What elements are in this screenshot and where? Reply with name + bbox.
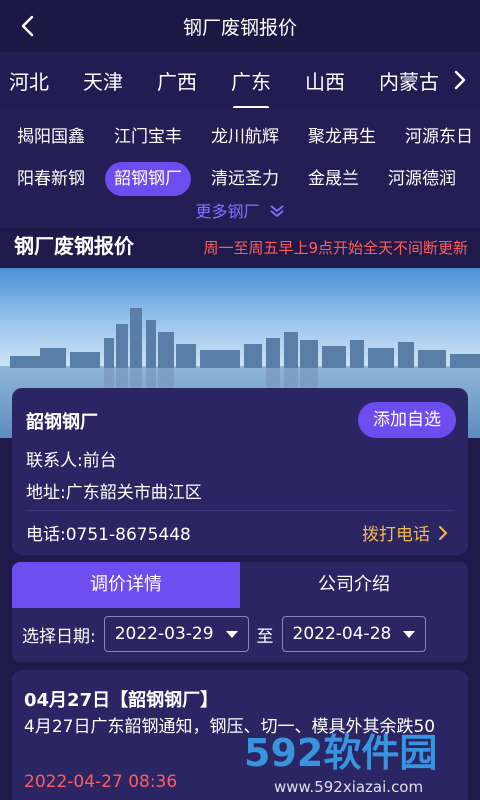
tab-tianjin[interactable]: 天津	[66, 66, 140, 95]
chevron-right-icon[interactable]	[440, 52, 480, 108]
mill-item[interactable]: 河源东日	[396, 120, 480, 154]
tab-shanxi[interactable]: 山西	[288, 66, 362, 95]
mill-item[interactable]: 江门宝丰	[105, 120, 191, 154]
mill-item[interactable]: 阳春新钢	[8, 162, 94, 196]
start-date-select[interactable]: 2022-03-29	[103, 616, 249, 652]
caret-down-icon	[403, 630, 416, 638]
update-notice: 周一至周五早上9点开始全天不间断更新	[203, 239, 468, 257]
tab-guangdong[interactable]: 广东	[214, 66, 288, 108]
mill-item[interactable]: 聚龙再生	[299, 120, 385, 154]
mill-item[interactable]: 金晟兰	[299, 162, 368, 196]
mill-item[interactable]: 龙川航辉	[202, 120, 288, 154]
mill-item-active[interactable]: 韶钢钢厂	[105, 162, 191, 196]
company-name: 韶钢钢厂	[26, 412, 98, 433]
watermark-brand: 592软件园	[244, 731, 437, 775]
mill-item[interactable]: 揭阳国鑫	[8, 120, 94, 154]
end-date-value: 2022-04-28	[292, 624, 392, 644]
add-favorite-button[interactable]: 添加自选	[358, 402, 456, 438]
start-date-value: 2022-03-29	[114, 624, 214, 644]
call-phone-link[interactable]: 拨打电话	[362, 520, 448, 545]
notice-timestamp: 2022-04-27 08:36	[24, 772, 178, 792]
company-address: 地址:广东韶关市曲江区	[26, 483, 202, 503]
page-title: 钢厂废钢报价	[182, 16, 297, 39]
tab-price-detail[interactable]: 调价详情	[12, 562, 240, 608]
section-title: 钢厂废钢报价	[14, 234, 134, 258]
chevron-right-icon	[439, 525, 448, 540]
watermark-url: www.592xiazai.com	[274, 778, 423, 796]
company-card: 韶钢钢厂 添加自选 联系人:前台 地址:广东韶关市曲江区 电话:0751-867…	[12, 388, 468, 555]
double-chevron-down-icon	[269, 203, 285, 222]
tab-guangxi[interactable]: 广西	[140, 66, 214, 95]
company-phone: 电话:0751-8675448	[26, 525, 191, 545]
divider	[26, 510, 454, 511]
contact-person: 联系人:前台	[26, 451, 117, 471]
date-filter: 选择日期: 2022-03-29 至 2022-04-28	[22, 616, 434, 652]
mill-item[interactable]: 河源德润	[379, 162, 465, 196]
watermark-logo: 592软件园 www.592xiazai.com	[236, 722, 476, 800]
province-tabs: 河北 天津 广西 广东 山西 内蒙古 i	[0, 52, 480, 108]
end-date-select[interactable]: 2022-04-28	[281, 616, 427, 652]
app-header: 钢厂废钢报价	[0, 0, 480, 52]
more-mills-link[interactable]: 更多钢厂	[0, 198, 480, 222]
date-filter-label: 选择日期:	[22, 626, 96, 647]
caret-down-icon	[225, 630, 238, 638]
date-separator: 至	[256, 626, 274, 647]
tab-hebei[interactable]: 河北	[0, 66, 66, 95]
detail-panel: 调价详情 公司介绍 选择日期: 2022-03-29 至 2022-04-28	[12, 562, 468, 662]
tab-company-intro[interactable]: 公司介绍	[240, 562, 468, 608]
detail-tabs: 调价详情 公司介绍	[12, 562, 468, 608]
call-phone-label: 拨打电话	[362, 525, 430, 545]
more-mills-label: 更多钢厂	[195, 202, 260, 221]
back-arrow-icon[interactable]	[14, 12, 42, 40]
mill-item[interactable]: 清远圣力	[202, 162, 288, 196]
notice-title: 04月27日【韶钢钢厂】	[24, 690, 219, 711]
